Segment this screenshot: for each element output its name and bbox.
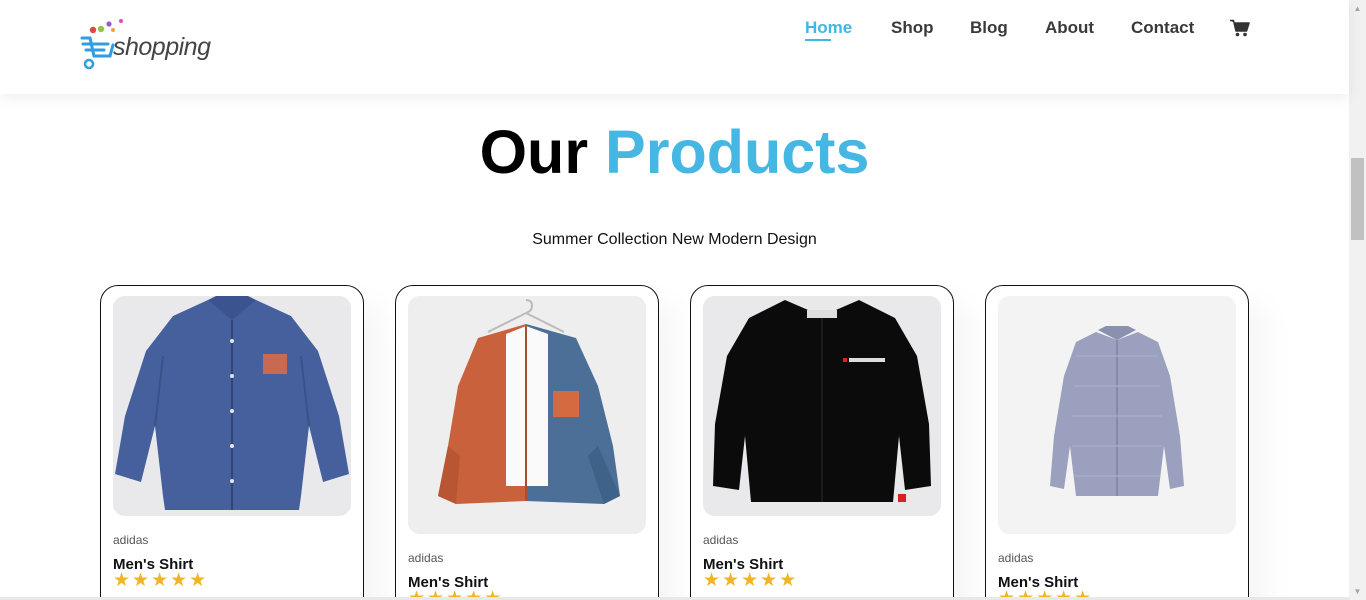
active-nav-underline bbox=[805, 39, 831, 41]
product-brand: adidas bbox=[703, 533, 739, 547]
blue-shirt-image bbox=[113, 296, 351, 516]
product-image[interactable] bbox=[113, 296, 351, 516]
section-subtitle: Summer Collection New Modern Design bbox=[532, 231, 817, 248]
scroll-up-arrow-icon[interactable]: ▲ bbox=[1349, 0, 1366, 17]
nav-blog[interactable]: Blog bbox=[970, 18, 1008, 38]
grey-checked-shirt-image bbox=[998, 296, 1236, 534]
section-title: Our Products bbox=[0, 116, 1349, 188]
scrollbar-thumb[interactable] bbox=[1351, 158, 1364, 240]
nav-shop[interactable]: Shop bbox=[891, 18, 934, 38]
product-card[interactable]: adidas Men's Shirt ★★★★★ bbox=[395, 285, 659, 600]
product-card[interactable]: adidas Men's Shirt ★★★★★ bbox=[985, 285, 1249, 600]
scroll-down-arrow-icon[interactable]: ▼ bbox=[1349, 583, 1366, 600]
product-brand: adidas bbox=[113, 533, 149, 547]
black-shirt-image bbox=[703, 296, 941, 516]
product-brand: adidas bbox=[998, 551, 1034, 565]
site-header: shopping Home Shop Blog About Contact bbox=[0, 0, 1349, 94]
product-rating-stars: ★★★★★ bbox=[703, 570, 799, 591]
product-image[interactable] bbox=[703, 296, 941, 516]
cart-icon[interactable] bbox=[1230, 19, 1250, 37]
main-nav: Home Shop Blog About Contact bbox=[0, 18, 1349, 42]
vertical-scrollbar[interactable]: ▲ ▼ bbox=[1349, 0, 1366, 600]
product-image[interactable] bbox=[998, 296, 1236, 534]
product-rating-stars: ★★★★★ bbox=[113, 570, 209, 591]
section-title-main: Our bbox=[479, 118, 589, 186]
nav-home[interactable]: Home bbox=[805, 18, 852, 38]
product-image[interactable] bbox=[408, 296, 646, 534]
section-title-accent: Products bbox=[605, 118, 870, 186]
product-card[interactable]: adidas Men's Shirt ★★★★★ bbox=[100, 285, 364, 600]
nav-contact[interactable]: Contact bbox=[1131, 18, 1194, 38]
nav-about[interactable]: About bbox=[1045, 18, 1094, 38]
product-card[interactable]: adidas Men's Shirt ★★★★★ bbox=[690, 285, 954, 600]
product-brand: adidas bbox=[408, 551, 444, 565]
orange-blue-shirt-image bbox=[408, 296, 646, 534]
